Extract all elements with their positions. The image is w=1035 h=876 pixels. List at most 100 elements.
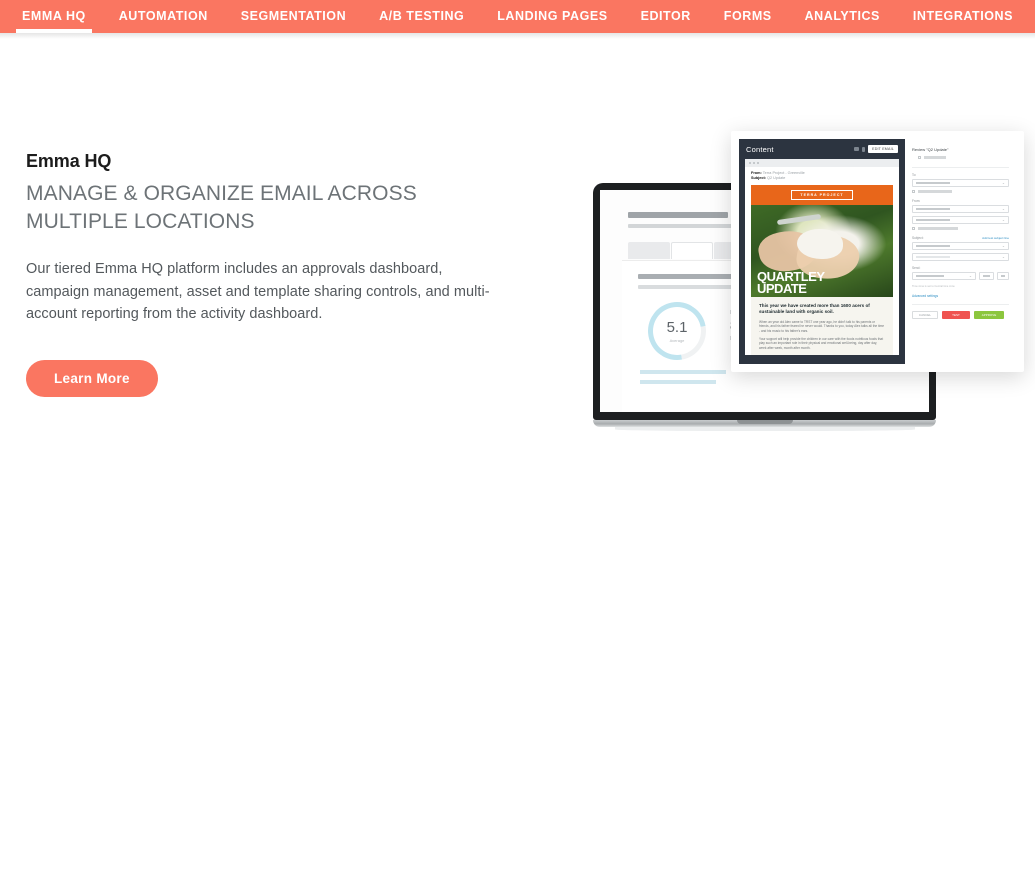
checkbox-icon[interactable] bbox=[912, 190, 915, 193]
send-ampm-field[interactable] bbox=[997, 272, 1009, 280]
nav-tab-emma-hq[interactable]: EMMA HQ bbox=[16, 0, 92, 33]
edit-email-button[interactable]: EDIT EMAIL bbox=[868, 145, 898, 153]
spoon-shape bbox=[776, 213, 822, 226]
emoji-icon[interactable]: ⌄ bbox=[1002, 244, 1005, 248]
nav-tab-landing-pages[interactable]: LANDING PAGES bbox=[497, 0, 607, 33]
subject-alt-placeholder bbox=[916, 255, 950, 259]
from-name-field[interactable]: ⌄ bbox=[912, 205, 1009, 213]
content-window-title: Content bbox=[746, 144, 774, 154]
section-emma-hq: Emma HQ MANAGE & ORGANIZE EMAIL ACROSS M… bbox=[0, 39, 1035, 539]
engagement-gauge-value: 5.1 Average bbox=[648, 302, 706, 360]
desktop-preview-icon[interactable] bbox=[854, 147, 860, 151]
email-paragraph: Your support will help provide the child… bbox=[759, 337, 884, 350]
nav-tab-segmentation[interactable]: SEGMENTATION bbox=[241, 0, 346, 33]
email-body: TERRA PROJECT QUARTLEY UPDATE This year … bbox=[751, 185, 893, 355]
review-action-buttons: CANCEL TEST APPROVE bbox=[912, 311, 1009, 319]
cancel-button[interactable]: CANCEL bbox=[912, 311, 938, 319]
from-email-value bbox=[916, 218, 950, 222]
reply-to-label bbox=[918, 227, 958, 230]
subject-field[interactable]: ⌄ bbox=[912, 242, 1009, 250]
email-hero-image: QUARTLEY UPDATE bbox=[751, 205, 893, 297]
add-subject-line-link[interactable]: Add test subject line bbox=[982, 236, 1009, 240]
from-name-value bbox=[916, 207, 950, 211]
checkbox-label bbox=[924, 156, 946, 159]
preview-window-controls bbox=[745, 159, 899, 167]
emoji-icon[interactable]: ⌄ bbox=[1002, 255, 1005, 259]
nav-tab-automation[interactable]: AUTOMATION bbox=[119, 0, 208, 33]
email-copy-block: This year we have created more than 1600… bbox=[751, 297, 893, 355]
panel-label-send: Send: bbox=[912, 266, 921, 270]
email-hero-line-2: UPDATE bbox=[757, 281, 807, 296]
nav-tab-forms[interactable]: FORMS bbox=[724, 0, 772, 33]
nav-tab-editor[interactable]: EDITOR bbox=[641, 0, 691, 33]
email-preview-pane: Content EDIT EMAIL From: Terra Project -… bbox=[739, 139, 905, 364]
test-button[interactable]: TEST bbox=[942, 311, 970, 319]
email-preview-body: From: Terra Project - Greenville Subject… bbox=[745, 159, 899, 355]
dashboard-tab[interactable] bbox=[628, 242, 670, 259]
audience-select[interactable]: ⌄ bbox=[912, 179, 1009, 187]
dashboard-subtitle bbox=[628, 224, 748, 228]
gauge-caption: Average bbox=[669, 338, 685, 343]
send-date-field[interactable]: ⌄ bbox=[912, 272, 976, 280]
divider bbox=[912, 304, 1009, 305]
email-from-value: Terra Project - Greenville bbox=[762, 171, 805, 175]
send-time-value bbox=[983, 274, 990, 278]
subject-value bbox=[916, 244, 950, 248]
send-date-value bbox=[916, 274, 944, 278]
emma-hq-eyebrow: Emma HQ bbox=[26, 151, 112, 171]
include-segment-row[interactable] bbox=[912, 190, 1009, 193]
gauge-legend-2 bbox=[640, 380, 716, 384]
review-settings-panel: Review "Q2 Update" To: ⌄ From: ⌄ ⌄ Subje… bbox=[905, 139, 1016, 364]
subject-label-text: Subject: bbox=[912, 236, 924, 240]
email-from-label: From: bbox=[751, 171, 762, 175]
mobile-preview-icon[interactable] bbox=[862, 146, 866, 152]
send-schedule-row: ⌄ bbox=[912, 272, 1009, 283]
from-email-field[interactable]: ⌄ bbox=[912, 216, 1009, 224]
emma-hq-headline: MANAGE & ORGANIZE EMAIL ACROSS MULTIPLE … bbox=[26, 182, 417, 233]
laptop-base bbox=[593, 420, 936, 427]
reply-to-row[interactable] bbox=[912, 227, 1009, 230]
person-icon: ⌄ bbox=[1001, 207, 1005, 211]
section-sftp-connect: New Feature SFTP CONNECT Don't see an in… bbox=[0, 539, 1035, 869]
emma-hq-product-mockup: 5.1 Average 8.3% bbox=[545, 131, 1025, 431]
gauge-legend-1 bbox=[640, 370, 726, 374]
subject-alt-field[interactable]: ⌄ bbox=[912, 253, 1009, 261]
approve-button[interactable]: APPROVE bbox=[974, 311, 1004, 319]
audience-value bbox=[916, 181, 950, 185]
review-checkbox-row[interactable] bbox=[918, 156, 1009, 159]
include-segment-label bbox=[918, 190, 952, 193]
email-subject-label: Subject: bbox=[751, 176, 766, 180]
email-headline: This year we have created more than 1600… bbox=[759, 303, 870, 315]
calendar-icon[interactable]: ⌄ bbox=[969, 274, 972, 278]
email-banner: TERRA PROJECT bbox=[751, 185, 893, 205]
review-panel-title: Review "Q2 Update" bbox=[912, 147, 949, 152]
dashboard-tab-active[interactable] bbox=[671, 242, 713, 259]
main-navigation: EMMA HQ AUTOMATION SEGMENTATION A/B TEST… bbox=[0, 0, 1035, 33]
emma-hq-copy-block: Emma HQ MANAGE & ORGANIZE EMAIL ACROSS M… bbox=[26, 151, 506, 397]
advanced-settings-link[interactable]: Advanced settings bbox=[912, 294, 1009, 298]
checkbox-icon[interactable] bbox=[912, 227, 915, 230]
nav-tab-integrations[interactable]: INTEGRATIONS bbox=[913, 0, 1013, 33]
email-meta: From: Terra Project - Greenville Subject… bbox=[745, 167, 899, 183]
send-time-field[interactable] bbox=[979, 272, 994, 280]
nav-tab-analytics[interactable]: ANALYTICS bbox=[805, 0, 880, 33]
laptop-shadow bbox=[614, 427, 915, 431]
divider bbox=[912, 167, 1009, 168]
window-dot bbox=[757, 162, 759, 164]
emma-hq-learn-more-button[interactable]: Learn More bbox=[26, 359, 158, 397]
window-dot bbox=[753, 162, 755, 164]
panel-label-to: To: bbox=[912, 173, 917, 177]
window-dot bbox=[749, 162, 751, 164]
person-icon: ⌄ bbox=[1001, 218, 1005, 222]
panel-label-from: From: bbox=[912, 199, 921, 203]
email-brand-tag: TERRA PROJECT bbox=[791, 190, 853, 200]
rice-shape bbox=[797, 229, 843, 259]
email-hero-text: QUARTLEY UPDATE bbox=[757, 270, 825, 296]
checkbox-icon[interactable] bbox=[918, 156, 921, 159]
content-editor-window: Content EDIT EMAIL From: Terra Project -… bbox=[731, 131, 1024, 372]
nav-tab-ab-testing[interactable]: A/B TESTING bbox=[379, 0, 464, 33]
panel-label-subject: Subject: Add test subject line bbox=[912, 236, 1009, 240]
gauge-number: 5.1 bbox=[666, 319, 688, 336]
timezone-note: Time zone is set to Central time zone bbox=[912, 285, 955, 288]
chevron-down-icon[interactable]: ⌄ bbox=[1002, 181, 1005, 185]
